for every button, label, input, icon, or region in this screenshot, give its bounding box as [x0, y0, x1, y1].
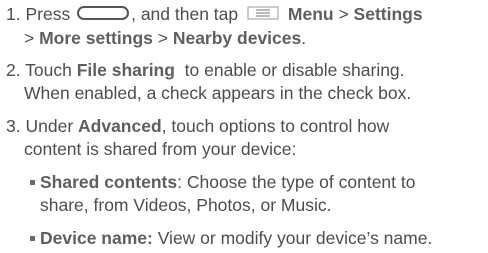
under-text: Under	[25, 116, 79, 136]
step-2-line-2: When enabled, a check appears in the che…	[24, 83, 411, 103]
device-name-term: Device name:	[40, 228, 153, 248]
bullet-device-name: Device name: View or modify your device’…	[30, 228, 432, 248]
touch-text: Touch	[25, 60, 77, 80]
menu-icon	[247, 6, 279, 20]
bullet-mark	[30, 235, 35, 241]
home-key-icon	[77, 6, 130, 21]
step-number: 1.	[6, 4, 21, 24]
shared-contents-desc: : Choose the type of content to	[177, 172, 416, 192]
device-name-desc: View or modify your device’s name.	[152, 228, 433, 248]
advanced-label: Advanced	[78, 116, 162, 136]
bullet-mark	[30, 179, 35, 185]
bullet-shared-contents: Shared contents: Choose the type of cont…	[30, 172, 415, 192]
file-sharing-label: File sharing	[76, 60, 175, 80]
more-settings-label: More settings	[39, 28, 153, 48]
step-number: 2.	[6, 60, 21, 80]
content-shared-text: content is shared from your device:	[24, 139, 297, 159]
step-number: 3.	[6, 116, 21, 136]
step-2-line-1: 2. Touch File sharing to enable or disab…	[6, 60, 405, 80]
options-text: , touch options to control how	[161, 116, 390, 136]
step-3-line-1: 3. Under Advanced, touch options to cont…	[6, 116, 389, 136]
separator: >	[333, 4, 354, 24]
nearby-devices-label: Nearby devices	[172, 28, 302, 48]
shared-contents-desc-2: share, from Videos, Photos, or Music.	[40, 195, 332, 215]
menu-label: Menu	[287, 4, 334, 24]
press-text: Press	[25, 4, 71, 24]
step-1-line-1: 1. Press , and then tap Menu > Settings	[6, 4, 423, 24]
step-1-line-2: > More settings > Nearby devices.	[24, 28, 306, 48]
bullet-shared-contents-line-2: share, from Videos, Photos, or Music.	[40, 195, 331, 215]
enable-text: to enable or disable sharing.	[174, 60, 405, 80]
then-tap-text: , and then tap	[131, 4, 239, 24]
period: .	[301, 28, 307, 48]
separator: >	[152, 28, 173, 48]
separator: >	[24, 28, 40, 48]
shared-contents-term: Shared contents	[40, 172, 178, 192]
settings-label: Settings	[353, 4, 423, 24]
step-3-line-2: content is shared from your device:	[24, 139, 296, 159]
check-text: When enabled, a check appears in the che…	[24, 83, 412, 103]
